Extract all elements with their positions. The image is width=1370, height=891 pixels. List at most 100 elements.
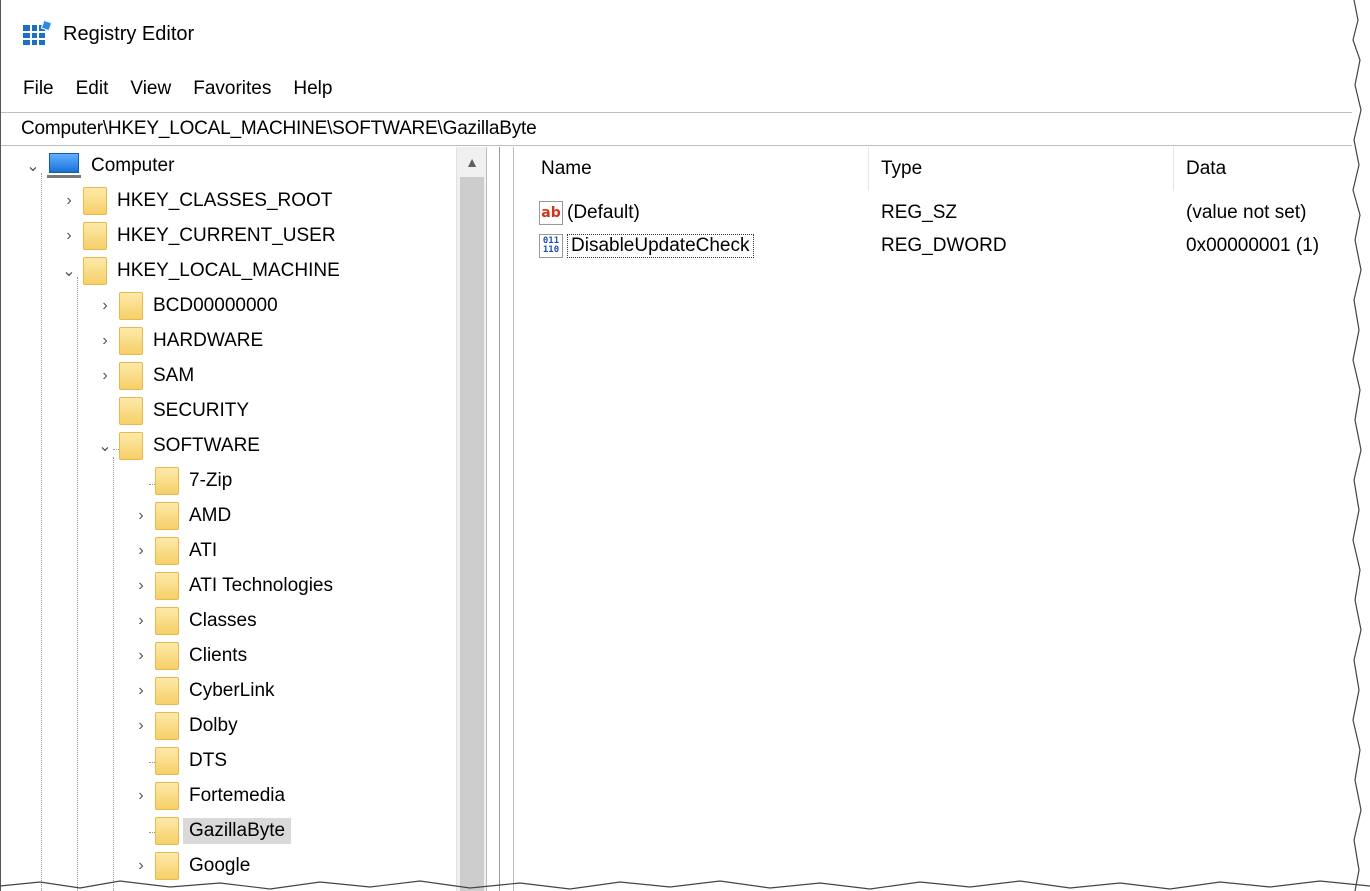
registry-editor-icon [23, 19, 53, 47]
chevron-down-icon[interactable]: ⌄ [59, 261, 79, 281]
pane-splitter[interactable] [486, 147, 514, 891]
chevron-right-icon[interactable]: › [95, 296, 115, 316]
folder-icon [155, 502, 179, 530]
folder-icon [155, 607, 179, 635]
value-row-disableupdatecheck[interactable]: 011 110 DisableUpdateCheck REG_DWORD 0x00… [529, 230, 1353, 262]
tree-node-ati-technologies[interactable]: › ATI Technologies [131, 569, 333, 603]
column-header-type[interactable]: Type [869, 147, 1174, 191]
tree-node-label: AMD [189, 505, 232, 526]
tree-node-label: SAM [153, 365, 195, 386]
menu-file[interactable]: File [23, 78, 54, 100]
chevron-right-icon[interactable]: › [59, 226, 79, 246]
folder-icon [155, 747, 179, 775]
folder-icon [83, 222, 107, 250]
tree-node-label: Google [189, 855, 251, 876]
folder-icon [155, 782, 179, 810]
string-value-icon: ab [539, 201, 563, 225]
chevron-right-icon[interactable]: › [131, 541, 151, 561]
value-row-default[interactable]: ab (Default) REG_SZ (value not set) [529, 197, 1353, 229]
tree-node-classes[interactable]: › Classes [131, 604, 257, 638]
tree-node-hkcr[interactable]: › HKEY_CLASSES_ROOT [59, 184, 332, 218]
folder-icon [155, 467, 179, 495]
chevron-right-icon[interactable]: › [131, 716, 151, 736]
tree-node-label: HKEY_CLASSES_ROOT [117, 190, 333, 211]
address-bar[interactable]: Computer\HKEY_LOCAL_MACHINE\SOFTWARE\Gaz… [1, 112, 1352, 146]
tree-node-label: SECURITY [153, 400, 250, 421]
value-data: (value not set) [1186, 202, 1307, 223]
chevron-down-icon[interactable]: ⌄ [95, 436, 115, 456]
chevron-right-icon[interactable]: › [131, 646, 151, 666]
chevron-right-icon[interactable]: › [131, 856, 151, 876]
tree-node-amd[interactable]: › AMD [131, 499, 231, 533]
scrollbar-thumb[interactable] [460, 177, 484, 891]
menu-favorites[interactable]: Favorites [193, 78, 271, 100]
key-tree-pane: ⌄ Computer › HKEY_CLASSES_ROOT › HKEY_CU… [1, 147, 486, 891]
value-name: (Default) [567, 202, 640, 223]
tree-node-label: SOFTWARE [153, 435, 260, 456]
torn-edge-right [1352, 0, 1370, 891]
tree-node-dolby[interactable]: › Dolby [131, 709, 238, 743]
key-tree: ⌄ Computer › HKEY_CLASSES_ROOT › HKEY_CU… [1, 147, 456, 891]
tree-node-label: Classes [189, 610, 257, 631]
tree-node-label: ATI [189, 540, 218, 561]
tree-node-label: Fortemedia [189, 785, 286, 806]
folder-icon [155, 642, 179, 670]
address-path[interactable]: Computer\HKEY_LOCAL_MACHINE\SOFTWARE\Gaz… [21, 118, 537, 140]
tree-node-security[interactable]: SECURITY [95, 394, 249, 428]
tree-node-bcd[interactable]: › BCD00000000 [95, 289, 278, 323]
folder-icon [119, 362, 143, 390]
tree-node-hklm[interactable]: ⌄ HKEY_LOCAL_MACHINE [59, 254, 340, 288]
value-name: DisableUpdateCheck [567, 234, 754, 258]
tree-scrollbar[interactable]: ▲ [456, 147, 486, 891]
folder-icon [83, 187, 107, 215]
computer-icon [47, 153, 81, 179]
chevron-right-icon[interactable]: › [131, 786, 151, 806]
tree-node-hkcu[interactable]: › HKEY_CURRENT_USER [59, 219, 336, 253]
folder-icon [155, 712, 179, 740]
tree-node-clients[interactable]: › Clients [131, 639, 247, 673]
value-type: REG_SZ [881, 202, 958, 223]
tree-node-label: BCD00000000 [153, 295, 278, 316]
tree-node-7zip[interactable]: 7-Zip [131, 464, 232, 498]
tree-node-dts[interactable]: DTS [131, 744, 227, 778]
chevron-right-icon[interactable]: › [95, 331, 115, 351]
folder-icon [119, 397, 143, 425]
chevron-right-icon[interactable]: › [95, 366, 115, 386]
menu-bar: File Edit View Favorites Help [1, 68, 1352, 110]
column-header-data[interactable]: Data [1174, 147, 1353, 191]
folder-icon [155, 817, 179, 845]
tree-node-label: 7-Zip [189, 470, 233, 491]
tree-node-label: DTS [189, 750, 227, 771]
tree-node-label: Clients [189, 645, 248, 666]
tree-node-label: HKEY_LOCAL_MACHINE [117, 260, 340, 281]
chevron-right-icon[interactable]: › [131, 611, 151, 631]
menu-view[interactable]: View [130, 78, 171, 100]
folder-icon [83, 257, 107, 285]
scroll-up-icon[interactable]: ▲ [457, 147, 486, 177]
tree-node-gazillabyte[interactable]: GazillaByte [131, 814, 292, 848]
folder-icon [155, 537, 179, 565]
tree-node-cyberlink[interactable]: › CyberLink [131, 674, 275, 708]
chevron-right-icon[interactable]: › [131, 681, 151, 701]
value-data: 0x00000001 (1) [1186, 235, 1320, 256]
folder-icon [119, 292, 143, 320]
tree-node-label: HARDWARE [153, 330, 264, 351]
window-title: Registry Editor [63, 22, 195, 45]
tree-node-computer[interactable]: ⌄ Computer [23, 149, 174, 183]
chevron-right-icon[interactable]: › [131, 576, 151, 596]
tree-node-hardware[interactable]: › HARDWARE [95, 324, 263, 358]
menu-edit[interactable]: Edit [76, 78, 109, 100]
folder-icon [119, 432, 143, 460]
tree-node-ati[interactable]: › ATI [131, 534, 217, 568]
dword-value-icon: 011 110 [539, 234, 563, 258]
folder-icon [155, 572, 179, 600]
tree-node-fortemedia[interactable]: › Fortemedia [131, 779, 285, 813]
chevron-right-icon[interactable]: › [131, 506, 151, 526]
column-header-name[interactable]: Name [529, 147, 869, 191]
chevron-right-icon[interactable]: › [59, 191, 79, 211]
tree-node-sam[interactable]: › SAM [95, 359, 194, 393]
tree-node-software[interactable]: ⌄ SOFTWARE [95, 429, 260, 463]
chevron-down-icon[interactable]: ⌄ [23, 156, 43, 176]
value-type: REG_DWORD [881, 235, 1007, 256]
menu-help[interactable]: Help [293, 78, 332, 100]
